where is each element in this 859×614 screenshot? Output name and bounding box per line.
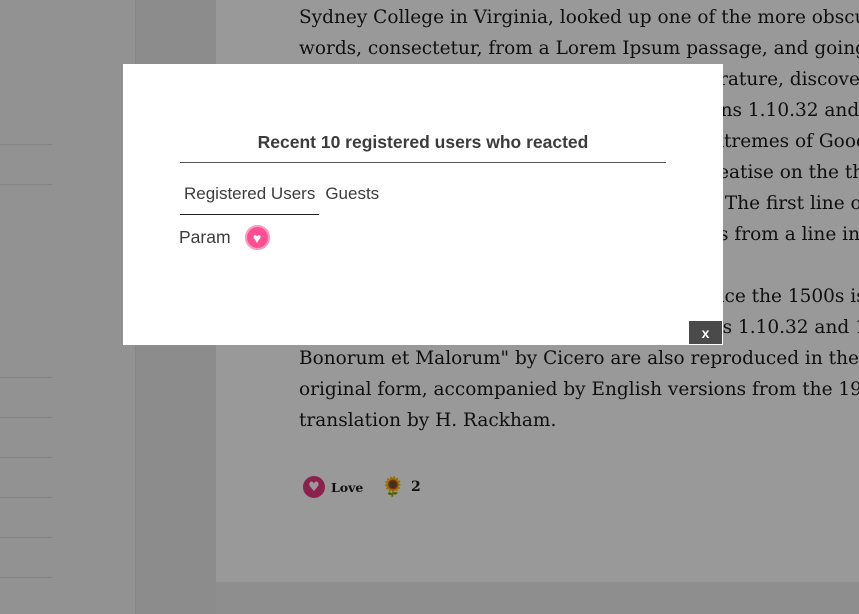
heart-icon: ♥: [244, 225, 270, 250]
list-item: Param ♥: [179, 225, 270, 250]
modal-divider: [180, 162, 666, 163]
user-name[interactable]: Param: [179, 227, 231, 248]
reactions-modal: Recent 10 registered users who reacted R…: [123, 64, 723, 345]
close-button[interactable]: x: [689, 321, 722, 344]
modal-tabs: Registered Users Guests: [180, 182, 383, 215]
tab-guests[interactable]: Guests: [321, 182, 383, 215]
tab-registered-users[interactable]: Registered Users: [180, 182, 320, 215]
modal-title: Recent 10 registered users who reacted: [257, 132, 589, 152]
